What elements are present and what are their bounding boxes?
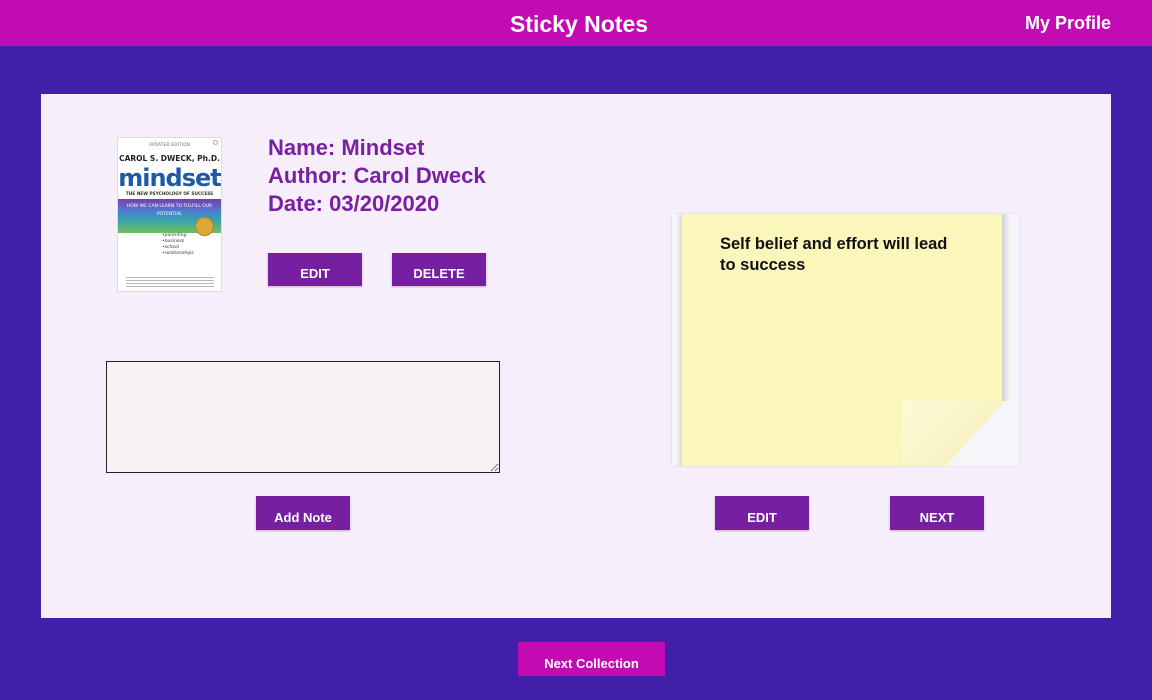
- collection-panel: UPDATED EDITION CAROL S. DWECK, Ph.D. mi…: [41, 94, 1111, 618]
- edit-note-button[interactable]: EDIT: [715, 496, 809, 530]
- sticky-note: Self belief and effort will lead to succ…: [671, 213, 1020, 467]
- book-info: Name: Mindset Author: Carol Dweck Date: …: [268, 134, 486, 218]
- top-bar: Sticky Notes My Profile: [0, 0, 1152, 46]
- book-cover-image: UPDATED EDITION CAROL S. DWECK, Ph.D. mi…: [117, 137, 222, 292]
- book-date: Date: 03/20/2020: [268, 191, 440, 216]
- next-note-button[interactable]: NEXT: [890, 496, 984, 530]
- sticky-note-text: Self belief and effort will lead to succ…: [720, 235, 948, 274]
- app-title: Sticky Notes: [509, 11, 649, 37]
- book-author: Author: Carol Dweck: [268, 163, 486, 188]
- next-collection-button[interactable]: Next Collection: [518, 642, 665, 676]
- book-name: Name: Mindset: [268, 135, 425, 160]
- delete-book-button[interactable]: DELETE: [392, 253, 486, 286]
- my-profile-link[interactable]: My Profile: [1025, 13, 1111, 34]
- note-input[interactable]: [106, 361, 500, 473]
- add-note-button[interactable]: Add Note: [256, 496, 350, 530]
- edit-book-button[interactable]: EDIT: [268, 253, 362, 286]
